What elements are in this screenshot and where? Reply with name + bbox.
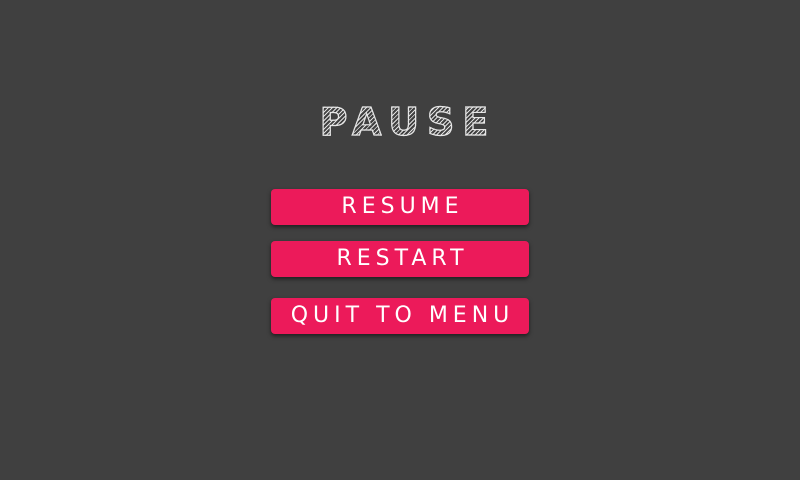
quit-to-menu-button-label: QUIT TO MENU bbox=[290, 303, 515, 328]
restart-button-label: RESTART bbox=[336, 246, 469, 271]
resume-button-label: RESUME bbox=[341, 194, 464, 219]
quit-to-menu-button[interactable]: QUIT TO MENU bbox=[271, 298, 529, 334]
pause-menu: RESUME RESTART QUIT TO MENU bbox=[0, 0, 800, 480]
resume-button[interactable]: RESUME bbox=[271, 189, 529, 225]
pause-screen: PAUSE RESUME RESTART QUIT TO MENU bbox=[0, 0, 800, 480]
restart-button[interactable]: RESTART bbox=[271, 241, 529, 277]
